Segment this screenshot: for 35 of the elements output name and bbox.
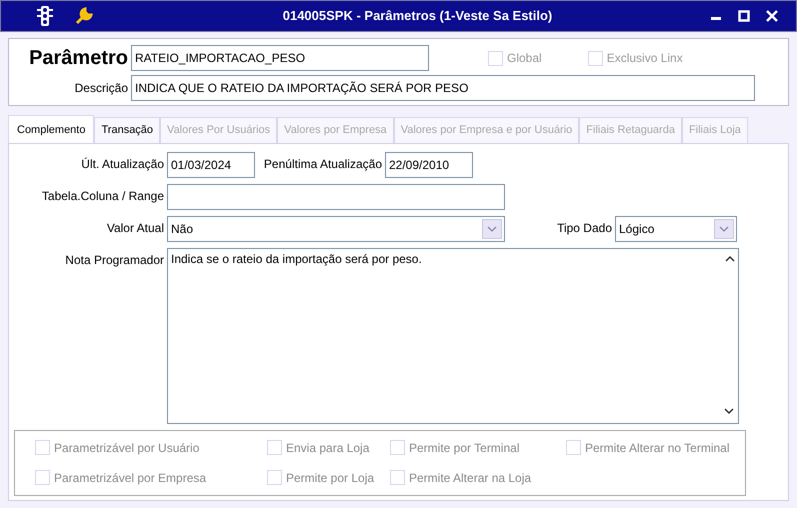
text-field[interactable] xyxy=(167,184,505,210)
field-label: Últ. Atualização xyxy=(80,156,165,172)
description-label: Descrição xyxy=(74,80,129,97)
tab[interactable]: Complemento xyxy=(8,115,94,142)
field-label: Penúltima Atualização xyxy=(262,156,383,172)
text-field[interactable]: 22/09/2010 xyxy=(385,152,473,178)
checkbox-label: Global xyxy=(507,50,542,67)
checkbox-label: Permite Alterar no Terminal xyxy=(585,440,730,456)
field-label: Tipo Dado xyxy=(556,220,613,236)
close-icon[interactable] xyxy=(766,10,778,22)
window-title: 014005SPK - Parâmetros (1-Veste Sa Estilo) xyxy=(282,7,554,26)
parameter-label: Parâmetro xyxy=(28,46,129,71)
checkbox-label: Permite por Loja xyxy=(286,470,374,486)
checkbox-label: Permite por Terminal xyxy=(409,440,520,456)
notes-field[interactable]: Indica se o rateio da importação será por peso. xyxy=(167,248,739,424)
text-field[interactable]: 01/03/2024 xyxy=(167,152,255,178)
checkbox-label: Parametrizável por Empresa xyxy=(54,470,206,486)
checkbox-label: Envia para Loja xyxy=(286,440,370,456)
checkbox-label: Exclusivo Linx xyxy=(606,50,683,67)
notes-text: Indica se o rateio da importação será por peso. xyxy=(171,250,422,268)
field-label: Nota Programador xyxy=(64,252,165,268)
dropdown[interactable]: Não xyxy=(167,216,505,242)
checkbox-label: Permite Alterar na Loja xyxy=(409,470,532,486)
field-label: Valor Atual xyxy=(106,220,165,236)
tab[interactable]: Transação xyxy=(94,117,160,142)
maximize-icon[interactable] xyxy=(738,10,750,22)
dropdown[interactable]: Lógico xyxy=(615,216,737,242)
wrench-icon[interactable] xyxy=(75,7,93,25)
field-label: Tabela.Coluna / Range xyxy=(40,188,165,204)
parameter-field[interactable]: RATEIO_IMPORTACAO_PESO xyxy=(131,45,429,71)
checkbox-label: Parametrizável por Usuário xyxy=(54,440,200,456)
traffic-light-icon[interactable] xyxy=(37,5,53,27)
description-field[interactable]: INDICA QUE O RATEIO DA IMPORTAÇÃO SERÁ POR PESO xyxy=(131,75,755,101)
dropdown-value: Lógico xyxy=(619,220,654,238)
dropdown-value: Não xyxy=(171,220,194,238)
